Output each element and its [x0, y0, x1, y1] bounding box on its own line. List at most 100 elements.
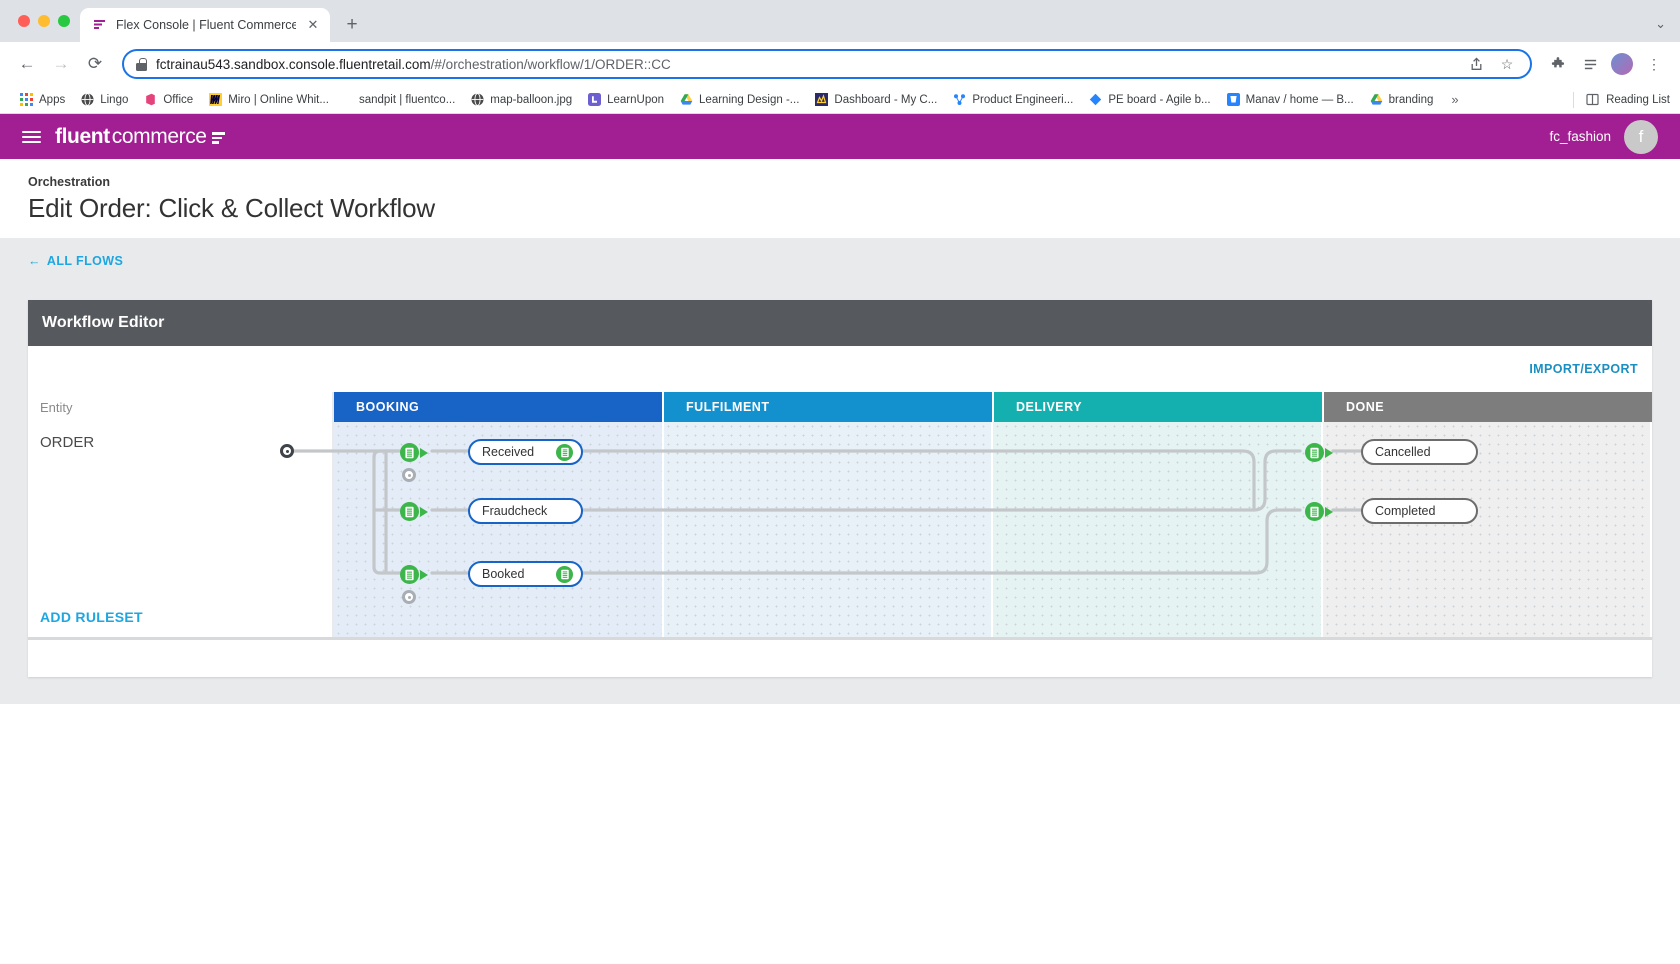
- bookmark-label: Apps: [39, 94, 65, 106]
- transition-arrow-icon: [420, 570, 428, 580]
- toolbar-divider: [1573, 92, 1574, 108]
- node-ruleset-icon[interactable]: [556, 444, 573, 461]
- stage-header-delivery[interactable]: DELIVERY: [994, 392, 1324, 422]
- google-drive-icon: [1370, 93, 1384, 107]
- ruleset-document-icon: [1305, 502, 1324, 521]
- transition-arrow-icon: [420, 448, 428, 458]
- new-tab-button[interactable]: +: [338, 11, 366, 39]
- bookmark-product-engineering[interactable]: Product Engineeri...: [945, 88, 1081, 112]
- tab-list-menu-icon[interactable]: ⌄: [1655, 16, 1666, 32]
- forward-button[interactable]: →: [46, 49, 76, 79]
- bookmark-dashboard[interactable]: Dashboard - My C...: [807, 88, 945, 112]
- hamburger-menu-icon[interactable]: [22, 131, 41, 143]
- globe-icon: [471, 93, 485, 107]
- lane-delivery[interactable]: [993, 422, 1323, 637]
- node-label: Booked: [482, 567, 546, 581]
- bookmark-map-balloon[interactable]: map-balloon.jpg: [463, 88, 580, 112]
- reading-list-label: Reading List: [1606, 94, 1670, 106]
- transition-arrow-icon: [420, 507, 428, 517]
- import-export-button[interactable]: IMPORT/EXPORT: [1529, 362, 1638, 376]
- office-icon: [144, 93, 158, 107]
- bookmark-apps[interactable]: Apps: [12, 88, 73, 112]
- bookmark-learnupon[interactable]: LearnUpon: [580, 88, 672, 112]
- avatar[interactable]: f: [1624, 120, 1658, 154]
- bookmark-office[interactable]: Office: [136, 88, 201, 112]
- bookmark-sandpit[interactable]: sandpit | fluentco...: [351, 88, 463, 112]
- maximize-window-button[interactable]: [58, 15, 70, 27]
- bookmark-miro[interactable]: Miro | Online Whit...: [201, 88, 337, 112]
- back-button[interactable]: ←: [12, 49, 42, 79]
- learnupon-icon: [588, 93, 602, 107]
- workflow-node-completed[interactable]: Completed: [1361, 498, 1478, 524]
- bookmark-label: Product Engineeri...: [972, 94, 1073, 106]
- workflow-node-cancelled[interactable]: Cancelled: [1361, 439, 1478, 465]
- globe-icon: [81, 93, 95, 107]
- panel-toolbar: IMPORT/EXPORT: [28, 346, 1652, 392]
- profile-avatar-icon[interactable]: [1611, 53, 1633, 75]
- booked-exit-endpoint[interactable]: [402, 590, 416, 604]
- browser-chrome: Flex Console | Fluent Commerce ✕ + ⌄ ← →…: [0, 0, 1680, 114]
- minimize-window-button[interactable]: [38, 15, 50, 27]
- panel-title: Workflow Editor: [42, 314, 164, 332]
- node-ruleset-icon[interactable]: [556, 566, 573, 583]
- bookmark-lingo[interactable]: Lingo: [73, 88, 136, 112]
- workflow-node-received[interactable]: Received: [468, 439, 583, 465]
- all-flows-back-link[interactable]: ← ALL FLOWS: [28, 254, 123, 268]
- lane-fulfilment[interactable]: [664, 422, 994, 637]
- browser-menu-icon[interactable]: ⋮: [1640, 50, 1668, 78]
- node-label: Received: [482, 445, 546, 459]
- ruleset-action-booked[interactable]: [400, 565, 428, 584]
- bookmark-label: Manav / home — B...: [1246, 94, 1354, 106]
- url-text: fctrainau543.sandbox.console.fluentretai…: [156, 57, 1456, 72]
- reading-list-button[interactable]: Reading List: [1573, 92, 1670, 108]
- page-title: Edit Order: Click & Collect Workflow: [28, 193, 1652, 224]
- ruleset-action-cancelled[interactable]: [1305, 443, 1333, 462]
- stage-header-fulfilment[interactable]: FULFILMENT: [664, 392, 994, 422]
- share-icon[interactable]: [1465, 53, 1487, 75]
- account-name: fc_fashion: [1549, 129, 1611, 144]
- bookmark-star-icon[interactable]: ☆: [1496, 53, 1518, 75]
- browser-tab[interactable]: Flex Console | Fluent Commerce ✕: [80, 8, 330, 42]
- google-drive-icon: [680, 93, 694, 107]
- url-path: /#/orchestration/workflow/1/ORDER::CC: [431, 57, 671, 72]
- bookmark-label: Miro | Online Whit...: [228, 94, 329, 106]
- stage-header-done[interactable]: DONE: [1324, 392, 1652, 422]
- app-header-bar: fluentcommerce fc_fashion f: [0, 114, 1680, 159]
- bookmark-learning-design[interactable]: Learning Design -...: [672, 88, 807, 112]
- url-host: fctrainau543.sandbox.console.fluentretai…: [156, 57, 431, 72]
- bookmark-pe-board[interactable]: PE board - Agile b...: [1081, 88, 1218, 112]
- workflow-editor-panel: Workflow Editor IMPORT/EXPORT Entity BOO…: [28, 300, 1652, 677]
- extensions-puzzle-icon[interactable]: [1544, 50, 1572, 78]
- bookmark-label: sandpit | fluentco...: [359, 94, 455, 106]
- app-header-left: fluentcommerce: [22, 125, 225, 149]
- dashboard-icon: [815, 93, 829, 107]
- ruleset-action-completed[interactable]: [1305, 502, 1333, 521]
- tab-title: Flex Console | Fluent Commerce: [116, 18, 296, 32]
- transition-arrow-icon: [1325, 448, 1333, 458]
- stage-header-booking[interactable]: BOOKING: [334, 392, 664, 422]
- tab-strip: Flex Console | Fluent Commerce ✕ + ⌄: [0, 0, 1680, 42]
- reading-list-icon[interactable]: [1576, 50, 1604, 78]
- close-window-button[interactable]: [18, 15, 30, 27]
- workflow-node-fraudcheck[interactable]: Fraudcheck: [468, 498, 583, 524]
- app-header-right: fc_fashion f: [1549, 120, 1658, 154]
- ruleset-document-icon: [400, 443, 419, 462]
- apps-grid-icon: [20, 93, 34, 107]
- bookmarks-overflow-button[interactable]: »: [1445, 92, 1464, 107]
- window-controls[interactable]: [12, 0, 80, 42]
- received-exit-endpoint[interactable]: [402, 468, 416, 482]
- add-ruleset-button[interactable]: ADD RULESET: [40, 609, 143, 625]
- ruleset-action-received[interactable]: [400, 443, 428, 462]
- close-tab-button[interactable]: ✕: [304, 16, 322, 34]
- fluent-logo-icon: [92, 17, 108, 33]
- reload-button[interactable]: ⟳: [80, 49, 110, 79]
- page-header: Orchestration Edit Order: Click & Collec…: [0, 159, 1680, 238]
- panel-footer: [28, 637, 1652, 677]
- workflow-node-booked[interactable]: Booked: [468, 561, 583, 587]
- bookmark-branding[interactable]: branding: [1362, 88, 1442, 112]
- bookmark-manav-home[interactable]: Manav / home — B...: [1219, 88, 1362, 112]
- bookmark-label: Learning Design -...: [699, 94, 799, 106]
- address-bar[interactable]: fctrainau543.sandbox.console.fluentretai…: [122, 49, 1532, 79]
- ruleset-action-fraudcheck[interactable]: [400, 502, 428, 521]
- workflow-start-endpoint[interactable]: [280, 444, 294, 458]
